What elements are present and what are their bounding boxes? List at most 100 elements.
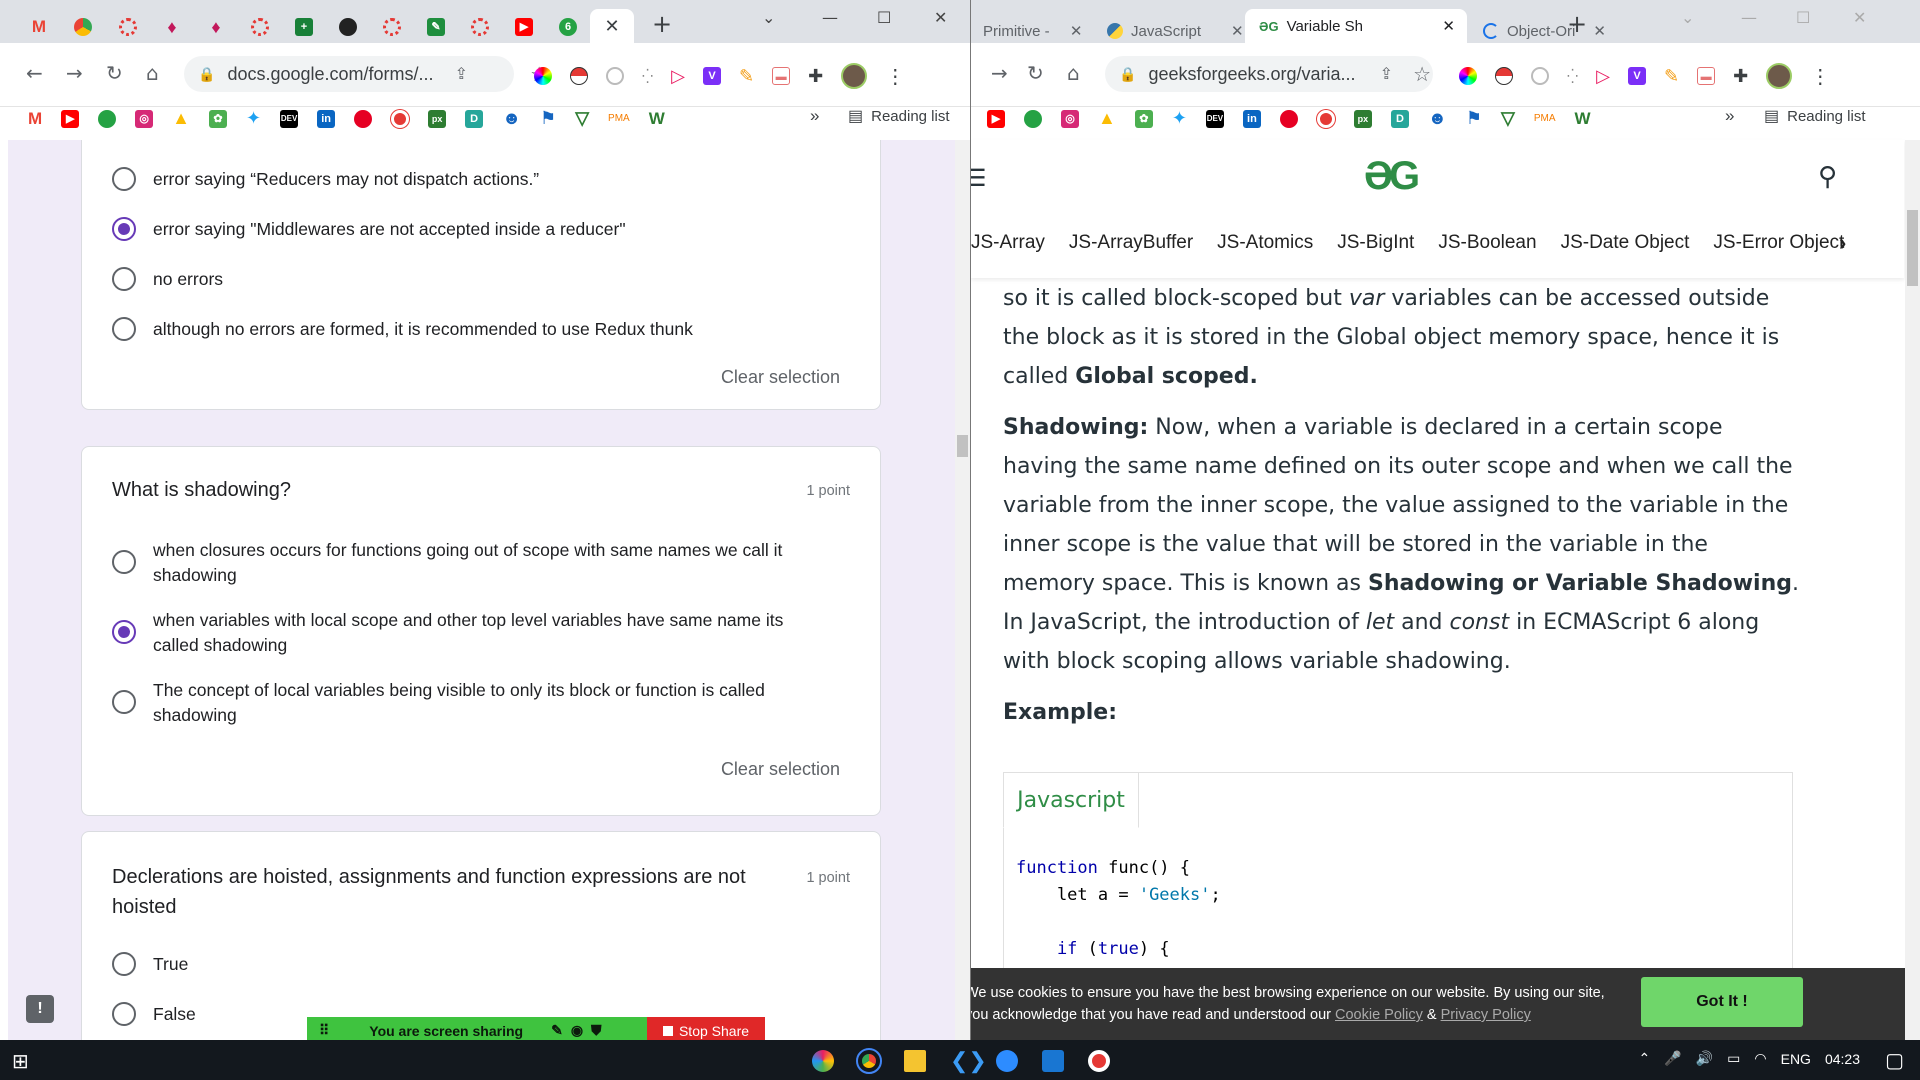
dev-bookmark-icon[interactable]: DEV bbox=[280, 109, 299, 128]
px-bookmark-icon[interactable]: px bbox=[428, 109, 447, 128]
privacy-policy-link[interactable]: Privacy Policy bbox=[1441, 1007, 1531, 1023]
tab-variable-shadowing[interactable]: ƏG Variable Sh ✕ bbox=[1245, 9, 1467, 43]
d-bookmark-icon[interactable]: D bbox=[465, 109, 484, 128]
radio-button[interactable] bbox=[112, 167, 136, 191]
tab-wheel-3[interactable] bbox=[377, 14, 407, 40]
play-extension-icon[interactable]: ▷ bbox=[671, 66, 685, 87]
microphone-icon[interactable]: 🎤 bbox=[1664, 1050, 1681, 1067]
photos-app-icon[interactable] bbox=[1042, 1050, 1064, 1072]
tab-primitive[interactable]: Primitive - ✕ bbox=[983, 22, 1082, 40]
w-bookmark-icon[interactable]: W bbox=[1575, 109, 1591, 129]
puzzle-extension-icon[interactable]: ✚ bbox=[1733, 66, 1748, 87]
record-bookmark-icon[interactable] bbox=[391, 109, 410, 128]
vscode-icon[interactable]: ❮❯ bbox=[950, 1050, 987, 1072]
d-bookmark-icon[interactable]: D bbox=[1390, 109, 1409, 128]
code-language-tab[interactable]: Javascript bbox=[1003, 772, 1139, 828]
radio-button-selected[interactable] bbox=[112, 217, 136, 241]
tab-gmail[interactable]: M bbox=[24, 14, 54, 40]
windows-start-icon[interactable]: ⊞ bbox=[12, 1049, 29, 1074]
v-extension-icon[interactable]: V bbox=[1628, 67, 1647, 85]
tab-maps[interactable] bbox=[68, 14, 98, 40]
reddit-bookmark-icon[interactable]: ☻ bbox=[502, 108, 521, 129]
nav-next-icon[interactable]: › bbox=[1839, 230, 1846, 256]
tab-object-oriented[interactable]: Object-Ori ✕ bbox=[1483, 22, 1606, 40]
recorder-icon[interactable] bbox=[1088, 1050, 1110, 1072]
share-icon[interactable]: ⇪ bbox=[455, 64, 468, 84]
q3-option-false[interactable]: False bbox=[112, 1002, 196, 1027]
q1-option-1[interactable]: error saying “Reducers may not dispatch … bbox=[112, 167, 539, 192]
tab-wheel-4[interactable] bbox=[465, 14, 495, 40]
got-it-button[interactable]: Got It ! bbox=[1641, 977, 1803, 1027]
tab-pin-2[interactable]: ♦ bbox=[201, 14, 231, 40]
right-scrollbar[interactable] bbox=[1905, 140, 1920, 1040]
home-icon[interactable]: ⌂ bbox=[1067, 61, 1080, 85]
more-bookmarks-button[interactable]: » bbox=[1725, 106, 1734, 126]
pma-bookmark-icon[interactable]: PMA bbox=[608, 113, 630, 124]
close-tab-icon[interactable]: ✕ bbox=[604, 16, 619, 37]
radio-button[interactable] bbox=[112, 267, 136, 291]
language-indicator[interactable]: ENG bbox=[1781, 1051, 1811, 1067]
nav-js-date-object[interactable]: JS-Date Object bbox=[1561, 232, 1690, 254]
reading-list-button[interactable]: ▤ Reading list bbox=[848, 106, 950, 126]
radio-button[interactable] bbox=[112, 1002, 136, 1026]
hamburger-menu-icon[interactable]: ☰ bbox=[971, 164, 987, 193]
active-tab-forms[interactable]: ✕ bbox=[590, 9, 634, 43]
photos-bookmark-icon[interactable]: ✿ bbox=[1134, 109, 1153, 128]
six-bookmark-icon[interactable] bbox=[98, 109, 117, 128]
right-scrollbar-thumb[interactable] bbox=[1907, 210, 1918, 286]
dots-extension-icon[interactable]: ⁛ bbox=[642, 68, 653, 85]
v-extension-icon[interactable]: V bbox=[703, 67, 722, 85]
tab-sheets[interactable]: + bbox=[289, 14, 319, 40]
menu-icon[interactable]: ⋮ bbox=[885, 64, 905, 89]
shield-icon[interactable]: ⛊ bbox=[591, 1022, 602, 1039]
instagram-bookmark-icon[interactable]: ◎ bbox=[135, 109, 154, 128]
pinterest-bookmark-icon[interactable] bbox=[354, 109, 373, 128]
v-bookmark-icon[interactable]: ▽ bbox=[575, 108, 589, 129]
q1-option-4[interactable]: although no errors are formed, it is rec… bbox=[112, 317, 693, 342]
pokeball-extension-icon[interactable] bbox=[1495, 67, 1513, 85]
q1-option-3[interactable]: no errors bbox=[112, 267, 223, 292]
youtube-bookmark-icon[interactable]: ▶ bbox=[61, 109, 80, 128]
react-extension-icon[interactable] bbox=[606, 67, 624, 85]
notifications-icon[interactable]: ▢ bbox=[1885, 1048, 1904, 1073]
nav-js-array[interactable]: JS-Array bbox=[971, 232, 1045, 254]
bookmark-star-icon[interactable]: ☆ bbox=[1413, 62, 1431, 87]
radio-button[interactable] bbox=[112, 550, 136, 574]
nav-js-arraybuffer[interactable]: JS-ArrayBuffer bbox=[1069, 232, 1193, 254]
youtube-bookmark-icon[interactable]: ▶ bbox=[987, 109, 1005, 128]
wifi-icon[interactable]: ◠ bbox=[1754, 1050, 1766, 1067]
menu-icon[interactable]: ⋮ bbox=[1810, 64, 1830, 89]
radio-button[interactable] bbox=[112, 317, 136, 341]
q3-option-true[interactable]: True bbox=[112, 952, 188, 977]
gmail-bookmark-icon[interactable]: M bbox=[28, 109, 42, 129]
photos-bookmark-icon[interactable]: ✿ bbox=[209, 109, 227, 128]
radio-button-selected[interactable] bbox=[112, 620, 136, 644]
right-address-bar[interactable]: 🔒 geeksforgeeks.org/varia... ⇪ ☆ bbox=[1105, 56, 1433, 92]
left-address-bar[interactable]: 🔒 docs.google.com/forms/... ⇪ ☆ bbox=[184, 56, 548, 92]
twitter-bookmark-icon[interactable]: ✦ bbox=[1172, 108, 1187, 129]
new-tab-button[interactable]: + bbox=[1567, 10, 1587, 38]
clock[interactable]: 04:23 bbox=[1825, 1051, 1860, 1067]
tab-pin-1[interactable]: ♦ bbox=[157, 14, 187, 40]
nav-js-error-object[interactable]: JS-Error Object bbox=[1713, 232, 1844, 254]
twitter-bookmark-icon[interactable]: ✦ bbox=[246, 108, 261, 129]
radio-button[interactable] bbox=[112, 690, 136, 714]
q2-option-1[interactable]: when closures occurs for functions going… bbox=[112, 538, 812, 588]
q2-option-2[interactable]: when variables with local scope and othe… bbox=[112, 608, 812, 658]
slack-icon[interactable] bbox=[812, 1050, 834, 1072]
react-extension-icon[interactable] bbox=[1531, 67, 1549, 85]
left-scrollbar-thumb[interactable] bbox=[957, 435, 968, 457]
color-picker-extension-icon[interactable] bbox=[534, 67, 552, 85]
tab-wheel-2[interactable] bbox=[245, 14, 275, 40]
flag-bookmark-icon[interactable]: ⚑ bbox=[1466, 108, 1482, 129]
reload-icon[interactable]: ↻ bbox=[1027, 61, 1044, 85]
battery-icon[interactable]: ▭ bbox=[1727, 1050, 1740, 1067]
tab-javascript[interactable]: JavaScript ✕ bbox=[1107, 22, 1244, 40]
close-tab-icon[interactable]: ✕ bbox=[1593, 22, 1606, 40]
minimize-icon[interactable]: — bbox=[1741, 8, 1757, 27]
w-bookmark-icon[interactable]: W bbox=[649, 109, 665, 129]
tab-six[interactable]: 6 bbox=[553, 14, 583, 40]
play-extension-icon[interactable]: ▷ bbox=[1596, 66, 1610, 87]
tab-youtube[interactable]: ▶ bbox=[509, 14, 539, 40]
linkedin-bookmark-icon[interactable]: in bbox=[1242, 109, 1261, 128]
